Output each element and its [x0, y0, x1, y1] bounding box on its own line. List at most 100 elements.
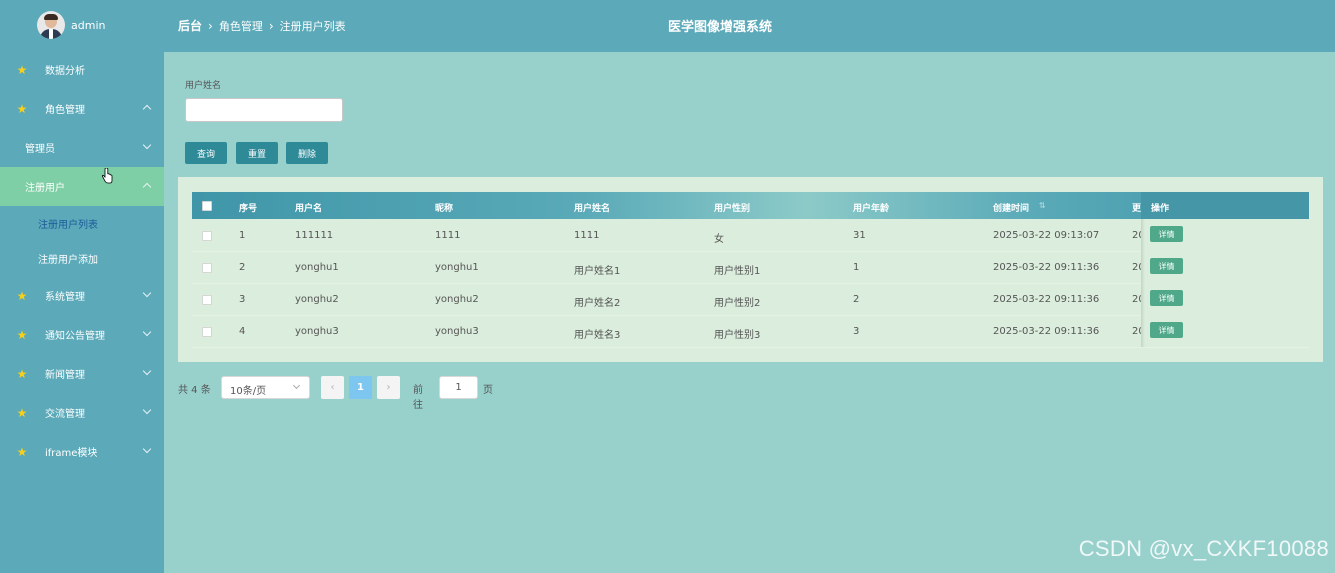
sidebar-item-news[interactable]: ★ 新闻管理 [0, 354, 164, 393]
chevron-down-icon [292, 381, 301, 390]
column-header-nickname: 昵称 [435, 204, 454, 214]
goto-label: 前往 [413, 385, 423, 411]
sidebar-item-user-list[interactable]: 注册用户列表 [0, 206, 164, 241]
total-count: 共 4 条 [178, 385, 211, 396]
column-header-username: 用户名 [295, 204, 323, 214]
system-title: 医学图像增强系统 [668, 20, 773, 35]
sidebar: admin ★ 数据分析 ★ 角色管理 管理员 注册用户 注册用户列表 注册用户… [0, 0, 164, 573]
sidebar-item-forum[interactable]: ★ 交流管理 [0, 393, 164, 432]
sidebar-item-user-add[interactable]: 注册用户添加 [0, 241, 164, 276]
sidebar-item-role-management[interactable]: ★ 角色管理 [0, 89, 164, 128]
cell-index: 3 [239, 294, 246, 305]
cell-realname: 用户姓名2 [574, 298, 621, 309]
cell-nickname: 1111 [435, 230, 461, 241]
username-search-input[interactable] [185, 98, 343, 122]
sort-icon[interactable]: ⇅ [1039, 201, 1046, 210]
user-name: admin [71, 18, 106, 32]
star-icon: ★ [16, 405, 28, 420]
cell-index: 2 [239, 262, 246, 273]
column-header-index: 序号 [239, 204, 258, 214]
cell-nickname: yonghu1 [435, 262, 479, 273]
page-size-value: 10条/页 [230, 386, 267, 397]
cell-realname: 用户姓名1 [574, 266, 621, 277]
cell-nickname: yonghu2 [435, 294, 479, 305]
detail-button[interactable]: 详情 [1150, 258, 1183, 274]
chevron-down-icon [142, 327, 152, 337]
sidebar-item-label: 注册用户列表 [38, 220, 98, 231]
column-header-created[interactable]: 创建时间 [993, 201, 1029, 214]
chevron-down-icon [142, 444, 152, 454]
row-checkbox[interactable] [202, 295, 212, 305]
cell-nickname: yonghu3 [435, 326, 479, 337]
star-icon: ★ [16, 288, 28, 303]
watermark: CSDN @vx_CXKF10088 [1078, 536, 1329, 561]
cell-username: 111111 [295, 230, 334, 241]
sidebar-item-system[interactable]: ★ 系统管理 [0, 276, 164, 315]
chevron-right-icon: › [268, 18, 274, 33]
query-button[interactable]: 查询 [185, 142, 227, 164]
sidebar-item-admin[interactable]: 管理员 [0, 128, 164, 167]
page-number-current[interactable]: 1 [349, 376, 372, 399]
sidebar-item-label: 角色管理 [45, 105, 85, 116]
sidebar-item-label: 系统管理 [45, 292, 85, 303]
cell-gender: 女 [714, 234, 724, 245]
cell-created: 2025-03-22 09:11:36 [993, 262, 1100, 273]
chevron-down-icon [142, 288, 152, 298]
sidebar-item-label: 通知公告管理 [45, 331, 105, 342]
breadcrumb-role-management[interactable]: 角色管理 [219, 18, 263, 34]
cell-index: 1 [239, 230, 246, 241]
sidebar-item-label: iframe模块 [45, 448, 98, 459]
star-icon: ★ [16, 444, 28, 459]
breadcrumb-current: 注册用户列表 [279, 19, 346, 33]
page-size-select[interactable]: 10条/页 [221, 376, 310, 399]
cell-username: yonghu2 [295, 294, 339, 305]
column-header-age: 用户年龄 [853, 204, 890, 214]
sidebar-item-label: 数据分析 [45, 66, 85, 77]
select-all-checkbox[interactable] [202, 201, 212, 211]
sidebar-item-notices[interactable]: ★ 通知公告管理 [0, 315, 164, 354]
delete-button[interactable]: 删除 [286, 142, 328, 164]
sidebar-item-registered-users[interactable]: 注册用户 [0, 167, 164, 206]
chevron-down-icon [142, 366, 152, 376]
prev-page-button[interactable]: ‹ [321, 376, 344, 399]
breadcrumb: 后台 › 角色管理 › 注册用户列表 [178, 17, 346, 34]
detail-button[interactable]: 详情 [1150, 226, 1183, 242]
breadcrumb-home[interactable]: 后台 [178, 17, 202, 34]
avatar[interactable] [37, 11, 65, 39]
cell-created: 2025-03-22 09:11:36 [993, 294, 1100, 305]
column-header-truncated: 更 [1132, 204, 1142, 214]
row-checkbox[interactable] [202, 327, 212, 337]
sidebar-item-label: 交流管理 [45, 409, 85, 420]
cell-gender: 用户性别1 [714, 266, 761, 277]
detail-button[interactable]: 详情 [1150, 290, 1183, 306]
chevron-down-icon [142, 140, 152, 150]
cell-gender: 用户性别3 [714, 330, 761, 341]
cell-realname: 用户姓名3 [574, 330, 621, 341]
chevron-down-icon [142, 405, 152, 415]
sidebar-item-iframe[interactable]: ★ iframe模块 [0, 432, 164, 471]
goto-page-input[interactable]: 1 [439, 376, 478, 399]
sidebar-item-label: 注册用户添加 [38, 255, 98, 266]
top-header: 后台 › 角色管理 › 注册用户列表 医学图像增强系统 [164, 0, 1335, 52]
cell-index: 4 [239, 326, 246, 337]
page-suffix: 页 [483, 385, 493, 396]
star-icon: ★ [16, 366, 28, 381]
cell-age: 2 [853, 294, 860, 305]
row-checkbox[interactable] [202, 231, 212, 241]
column-header-gender: 用户性别 [714, 204, 751, 214]
sidebar-item-data-analysis[interactable]: ★ 数据分析 [0, 50, 164, 89]
cell-created: 2025-03-22 09:13:07 [993, 230, 1100, 241]
cell-username: yonghu3 [295, 326, 339, 337]
detail-button[interactable]: 详情 [1150, 322, 1183, 338]
hand-cursor-icon [101, 168, 113, 184]
chevron-up-icon [142, 182, 152, 192]
cell-age: 31 [853, 230, 866, 241]
next-page-button[interactable]: › [377, 376, 400, 399]
row-checkbox[interactable] [202, 263, 212, 273]
cell-gender: 用户性别2 [714, 298, 761, 309]
user-panel: admin [0, 0, 164, 50]
cell-created: 2025-03-22 09:11:36 [993, 326, 1100, 337]
chevron-up-icon [142, 104, 152, 114]
reset-button[interactable]: 重置 [236, 142, 278, 164]
cell-age: 1 [853, 262, 860, 273]
